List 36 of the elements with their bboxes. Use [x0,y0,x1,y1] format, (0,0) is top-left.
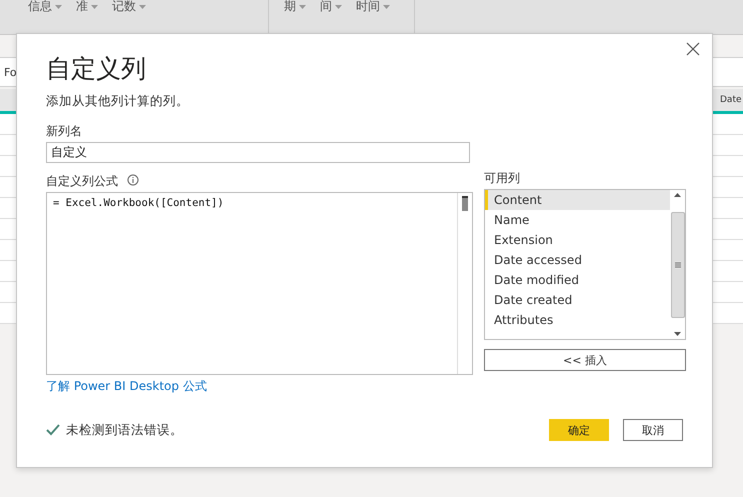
field-label: 新列名 [46,123,82,140]
field-label: 自定义列公式 [46,173,118,190]
column-name-field[interactable]: 自定义 [46,142,470,163]
ok-button[interactable]: 确定 [549,419,609,441]
column-header[interactable]: Date [720,95,743,105]
ribbon-menu[interactable]: 期 [284,0,306,13]
dialog-title: 自定义列 [46,54,147,84]
caret-icon [91,4,98,8]
formula-help-link[interactable]: 了解 Power BI Desktop 公式 [46,378,473,395]
grip-icon [674,262,680,268]
dialog-subtitle: 添加从其他列计算的列。 [46,93,190,110]
scroll-thumb[interactable] [462,196,468,211]
ribbon-menu[interactable]: 记数 [112,0,146,13]
caret-icon [383,4,390,8]
scroll-thumb[interactable] [670,212,684,318]
close-icon [684,40,702,58]
cancel-button[interactable]: 取消 [623,419,683,441]
ribbon-menu[interactable]: 信息 [28,0,62,13]
caret-icon [55,4,62,8]
formula-text: = Excel.Workbook([Content]) [52,196,225,211]
caret-icon [299,4,306,8]
column-list-item[interactable]: Content [485,190,670,210]
field-label: 可用列 [484,170,521,187]
scroll-down-icon[interactable] [674,332,681,336]
formula-bar-text: Fo [4,66,17,78]
caret-icon [139,4,146,8]
insert-button[interactable]: << 插入 [484,349,686,371]
ribbon-menu[interactable]: 间 [320,0,342,13]
ribbon-menu[interactable]: 准 [76,0,98,13]
ribbon-menu[interactable]: 时间 [356,0,390,13]
caret-icon [335,4,342,8]
syntax-status: 未检测到语法错误。 [66,422,184,438]
checkmark-icon [46,424,60,436]
info-icon[interactable] [127,174,140,186]
close-button[interactable] [684,40,702,58]
formula-editor[interactable]: = Excel.Workbook([Content]) [46,192,473,375]
